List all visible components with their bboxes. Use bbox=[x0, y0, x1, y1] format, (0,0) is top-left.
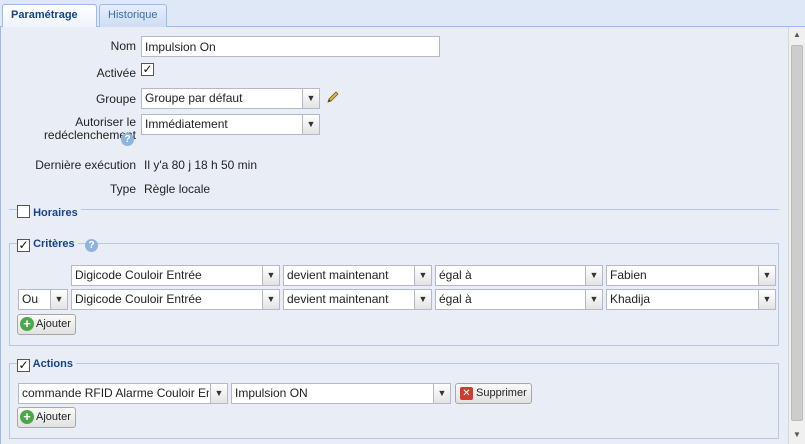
criteres-add-button[interactable]: + Ajouter bbox=[17, 314, 76, 335]
activee-checkbox[interactable]: ✓ bbox=[141, 63, 154, 76]
critere-operator-value: égal à bbox=[439, 292, 472, 306]
critere-event-value: devient maintenant bbox=[287, 268, 389, 282]
chevron-down-icon[interactable]: ▼ bbox=[585, 290, 602, 309]
horaires-label: Horaires bbox=[33, 207, 78, 219]
check-icon: ✓ bbox=[18, 238, 29, 252]
criteres-legend: ✓ Critères bbox=[17, 237, 78, 252]
chevron-down-icon[interactable]: ▼ bbox=[585, 266, 602, 285]
action-delete-button[interactable]: ✕ Supprimer bbox=[455, 383, 532, 404]
activee-label: Activée bbox=[96, 66, 136, 80]
derniere-execution-value: Il y'a 80 j 18 h 50 min bbox=[144, 158, 258, 172]
critere-connector-value: Ou bbox=[22, 292, 39, 306]
action-command-select[interactable]: commande RFID Alarme Couloir Entrée ▼ bbox=[18, 383, 228, 404]
critere-operator-value: égal à bbox=[439, 268, 472, 282]
nom-input[interactable] bbox=[141, 36, 440, 57]
check-icon: ✓ bbox=[142, 62, 153, 76]
pencil-icon[interactable] bbox=[325, 89, 341, 105]
critere-device-value: Digicode Couloir Entrée bbox=[75, 292, 202, 306]
nom-label: Nom bbox=[110, 39, 136, 53]
autoriser-select-value: Immédiatement bbox=[145, 117, 228, 131]
chevron-down-icon[interactable]: ▼ bbox=[50, 290, 67, 309]
chevron-down-icon[interactable]: ▼ bbox=[758, 290, 775, 309]
critere-operator-select[interactable]: égal à ▼ bbox=[435, 289, 603, 310]
critere-device-select[interactable]: Digicode Couloir Entrée ▼ bbox=[71, 265, 280, 286]
chevron-down-icon[interactable]: ▼ bbox=[210, 384, 227, 403]
check-icon: ✓ bbox=[18, 358, 29, 372]
scroll-up-arrow-icon[interactable]: ▲ bbox=[789, 27, 805, 43]
criteres-label: Critères bbox=[33, 238, 75, 250]
actions-label: Actions bbox=[32, 358, 73, 370]
plus-icon: + bbox=[20, 317, 34, 332]
criteres-checkbox[interactable]: ✓ bbox=[17, 239, 30, 252]
action-delete-label: Supprimer bbox=[476, 387, 527, 399]
critere-connector-select[interactable]: Ou ▼ bbox=[18, 289, 68, 310]
autoriser-label-line1: Autoriser le bbox=[75, 115, 136, 129]
groupe-select[interactable]: Groupe par défaut ▼ bbox=[141, 88, 320, 109]
action-value-select[interactable]: Impulsion ON ▼ bbox=[231, 383, 451, 404]
scroll-down-arrow-icon[interactable]: ▼ bbox=[789, 427, 805, 443]
chevron-down-icon[interactable]: ▼ bbox=[414, 266, 431, 285]
actions-add-label: Ajouter bbox=[36, 411, 71, 423]
critere-operator-select[interactable]: égal à ▼ bbox=[435, 265, 603, 286]
tab-historique[interactable]: Historique bbox=[99, 4, 167, 28]
critere-value-select[interactable]: Khadija ▼ bbox=[606, 289, 776, 310]
critere-event-select[interactable]: devient maintenant ▼ bbox=[283, 289, 432, 310]
help-icon[interactable]: ? bbox=[121, 133, 134, 146]
chevron-down-icon[interactable]: ▼ bbox=[433, 384, 450, 403]
tab-bar: Paramétrage Historique bbox=[0, 0, 805, 28]
autoriser-label: Autoriser le redéclenchement bbox=[20, 116, 136, 142]
groupe-label: Groupe bbox=[95, 92, 136, 106]
critere-event-select[interactable]: devient maintenant ▼ bbox=[283, 265, 432, 286]
chevron-down-icon[interactable]: ▼ bbox=[414, 290, 431, 309]
derniere-execution-label: Dernière exécution bbox=[35, 158, 136, 172]
horaires-fieldset bbox=[9, 209, 779, 210]
action-command-value: commande RFID Alarme Couloir Entrée bbox=[22, 386, 209, 400]
critere-event-value: devient maintenant bbox=[287, 292, 389, 306]
action-value-value: Impulsion ON bbox=[235, 386, 308, 400]
actions-legend: ✓ Actions bbox=[17, 357, 76, 372]
critere-device-value: Digicode Couloir Entrée bbox=[75, 268, 202, 282]
chevron-down-icon[interactable]: ▼ bbox=[262, 290, 279, 309]
help-icon[interactable]: ? bbox=[85, 239, 98, 252]
critere-value-select[interactable]: Fabien ▼ bbox=[606, 265, 776, 286]
chevron-down-icon[interactable]: ▼ bbox=[758, 266, 775, 285]
type-value: Règle locale bbox=[144, 182, 211, 196]
actions-add-button[interactable]: + Ajouter bbox=[17, 407, 76, 428]
plus-icon: + bbox=[20, 410, 34, 425]
chevron-down-icon[interactable]: ▼ bbox=[302, 115, 319, 134]
critere-value-value: Fabien bbox=[610, 268, 647, 282]
horaires-legend: Horaires bbox=[17, 203, 81, 219]
horaires-checkbox[interactable] bbox=[17, 205, 30, 218]
tab-parametrage[interactable]: Paramétrage bbox=[2, 4, 97, 28]
delete-icon: ✕ bbox=[460, 386, 473, 400]
vertical-scrollbar[interactable]: ▲ ▼ bbox=[788, 27, 805, 444]
actions-checkbox[interactable]: ✓ bbox=[17, 359, 30, 372]
scroll-thumb[interactable] bbox=[791, 45, 803, 421]
groupe-select-value: Groupe par défaut bbox=[145, 91, 243, 105]
criteres-add-label: Ajouter bbox=[36, 318, 71, 330]
autoriser-select[interactable]: Immédiatement ▼ bbox=[141, 114, 320, 135]
chevron-down-icon[interactable]: ▼ bbox=[262, 266, 279, 285]
type-label: Type bbox=[109, 182, 136, 196]
critere-device-select[interactable]: Digicode Couloir Entrée ▼ bbox=[71, 289, 280, 310]
critere-value-value: Khadija bbox=[610, 292, 651, 306]
chevron-down-icon[interactable]: ▼ bbox=[302, 89, 319, 108]
